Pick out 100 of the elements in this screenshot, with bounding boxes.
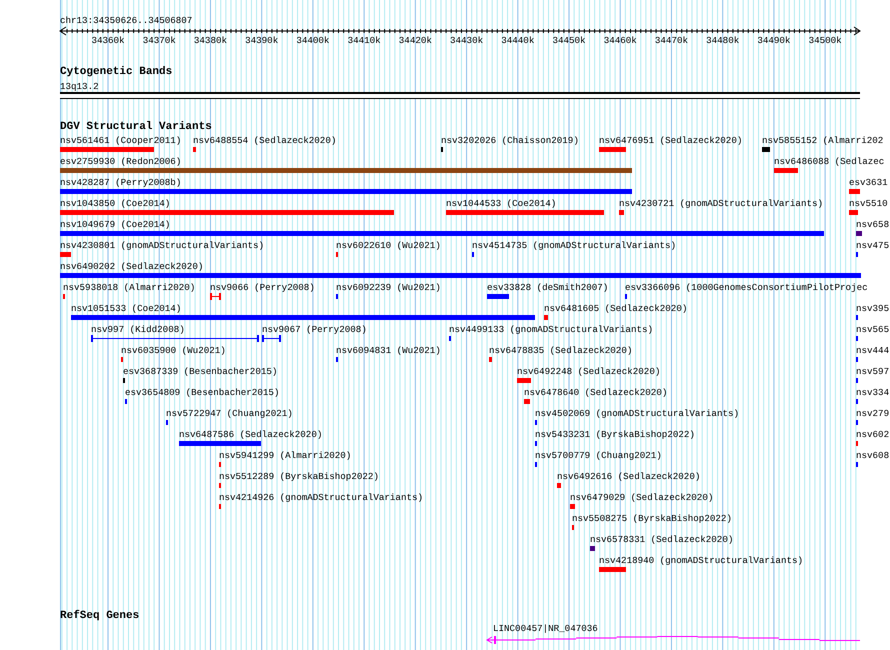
position-label: chr13:34350626..34506807 <box>60 15 192 26</box>
tick-label: 34380k <box>194 35 227 46</box>
variant-bar[interactable] <box>557 483 561 488</box>
variant-bar[interactable] <box>774 168 798 173</box>
variant-label: nsv6035900 (Wu2021) <box>121 345 226 356</box>
variant-bar[interactable] <box>762 147 770 152</box>
variant-label: nsv1051533 (Coe2014) <box>71 303 182 314</box>
variant-label: nsv608 <box>856 450 890 461</box>
variant-label: nsv5700779 (Chuang2021) <box>535 450 662 461</box>
variant-bar[interactable] <box>60 231 824 236</box>
variant-label: nsv444 <box>856 345 890 356</box>
variant-label: nsv4218940 (gnomADStructuralVariants) <box>599 555 803 566</box>
variant-label: nsv6092239 (Wu2021) <box>336 282 441 293</box>
tick-label: 34430k <box>450 35 484 46</box>
variant-label: nsv428287 (Perry2008b) <box>60 177 182 188</box>
variant-label: nsv5938018 (Almarri2020) <box>63 282 196 293</box>
variant-label: nsv5510 <box>849 198 888 209</box>
variant-label: nsv5855152 (Almarri202 <box>762 135 884 146</box>
variant-label: nsv4230801 (gnomADStructuralVariants) <box>60 240 264 251</box>
tick-label: 34390k <box>245 35 278 46</box>
track-title: DGV Structural Variants <box>60 122 212 133</box>
tick-label: 34450k <box>552 35 586 46</box>
variant-label: nsv1049679 (Coe2014) <box>60 219 170 230</box>
variant-bar[interactable] <box>849 189 860 194</box>
variant-label: nsv6476951 (Sedlazeck2020) <box>599 135 742 146</box>
variant-bar[interactable] <box>849 210 858 215</box>
variant-span[interactable] <box>91 335 259 342</box>
variant-bar[interactable] <box>71 315 535 320</box>
variant-label: nsv9066 (Perry2008) <box>210 282 315 293</box>
variant-label: nsv658 <box>856 219 890 230</box>
gene-label: LINC00457|NR_047036 <box>493 623 598 634</box>
variant-bar[interactable] <box>524 399 530 404</box>
variant-label: nsv279 <box>856 408 890 419</box>
variant-label: nsv6490202 (Sedlazeck2020) <box>60 261 204 272</box>
tick-label: 34480k <box>706 35 740 46</box>
variant-label: nsv5508275 (ByrskaBishop2022) <box>572 513 732 524</box>
variant-bar[interactable] <box>570 504 575 509</box>
variant-label: nsv4514735 (gnomADStructuralVariants) <box>472 240 676 251</box>
variant-bar[interactable] <box>60 168 632 173</box>
variant-bar[interactable] <box>60 252 71 257</box>
variant-label: nsv4499133 (gnomADStructuralVariants) <box>449 324 653 335</box>
variant-bar[interactable] <box>487 294 509 299</box>
variant-span[interactable] <box>262 335 281 342</box>
variant-bar[interactable] <box>856 231 862 236</box>
variant-label: nsv561461 (Cooper2011) <box>60 135 182 146</box>
track-title: Cytogenetic Bands <box>60 67 172 78</box>
variant-label: nsv1043850 (Coe2014) <box>60 198 170 209</box>
variant-label: nsv4502069 (gnomADStructuralVariants) <box>535 408 739 419</box>
variant-bar[interactable] <box>517 378 531 383</box>
tick-label: 34400k <box>296 35 330 46</box>
variant-label: nsv6478835 (Sedlazeck2020) <box>489 345 632 356</box>
variant-bar[interactable] <box>619 210 624 215</box>
variant-bar[interactable] <box>489 357 492 362</box>
variant-label: nsv3202026 (Chaisson2019) <box>441 135 579 146</box>
variant-label: nsv997 (Kidd2008) <box>91 324 185 335</box>
track-title: RefSeq Genes <box>60 611 140 622</box>
variant-bar[interactable] <box>599 147 626 152</box>
variant-label: nsv602 <box>856 429 890 440</box>
variant-label: nsv6022610 (Wu2021) <box>336 240 441 251</box>
variant-label: nsv4230721 (gnomADStructuralVariants) <box>619 198 823 209</box>
variant-label: nsv597 <box>856 366 890 377</box>
variant-span[interactable] <box>210 293 221 300</box>
variant-label: esv3631 <box>849 177 888 188</box>
variant-label: nsv334 <box>856 387 890 398</box>
tick-label: 34410k <box>348 35 381 46</box>
variant-label: nsv5512289 (ByrskaBishop2022) <box>219 471 379 482</box>
tick-label: 34460k <box>604 35 637 46</box>
variant-bar[interactable] <box>446 210 604 215</box>
variant-bar[interactable] <box>60 189 632 194</box>
variant-label: nsv5722947 (Chuang2021) <box>166 408 293 419</box>
variant-label: nsv1044533 (Coe2014) <box>446 198 556 209</box>
variant-bar[interactable] <box>179 441 261 446</box>
variant-label: nsv6578331 (Sedlazeck2020) <box>590 534 734 545</box>
variant-label: nsv6487586 (Sedlazeck2020) <box>179 429 322 440</box>
variant-label: nsv5433231 (ByrskaBishop2022) <box>535 429 695 440</box>
variant-label: nsv6479029 (Sedlazeck2020) <box>570 492 714 503</box>
variant-label: nsv6492248 (Sedlazeck2020) <box>517 366 660 377</box>
variant-bar[interactable] <box>193 147 196 152</box>
variant-bar[interactable] <box>60 210 394 215</box>
tick-label: 34370k <box>142 35 176 46</box>
variant-bar[interactable] <box>60 273 861 278</box>
variant-label: nsv6488554 (Sedlazeck2020) <box>193 135 336 146</box>
variant-label: nsv6481605 (Sedlazeck2020) <box>544 303 688 314</box>
variant-label: nsv475 <box>856 240 890 251</box>
gene-drawing[interactable] <box>486 636 860 644</box>
variant-bar[interactable] <box>60 147 154 152</box>
variant-bar[interactable] <box>590 546 595 551</box>
variant-label: esv2759930 (Redon2006) <box>60 156 182 167</box>
variant-bar[interactable] <box>599 567 626 572</box>
variant-bar[interactable] <box>544 315 548 320</box>
variant-label: nsv4214926 (gnomADStructuralVariants) <box>219 492 423 503</box>
tick-label: 34470k <box>654 35 688 46</box>
tick-label: 34420k <box>398 35 432 46</box>
variant-label: nsv6478640 (Sedlazeck2020) <box>524 387 668 398</box>
variant-label: esv3366096 (1000GenomesConsortiumPilotProjec <box>625 282 868 293</box>
variant-label: nsv6492616 (Sedlazeck2020) <box>557 471 700 482</box>
variant-label: nsv565 <box>856 324 890 335</box>
tick-label: 34360k <box>91 35 125 46</box>
variant-label: esv33828 (deSmith2007) <box>487 282 608 293</box>
tick-label: 34500k <box>808 35 842 46</box>
